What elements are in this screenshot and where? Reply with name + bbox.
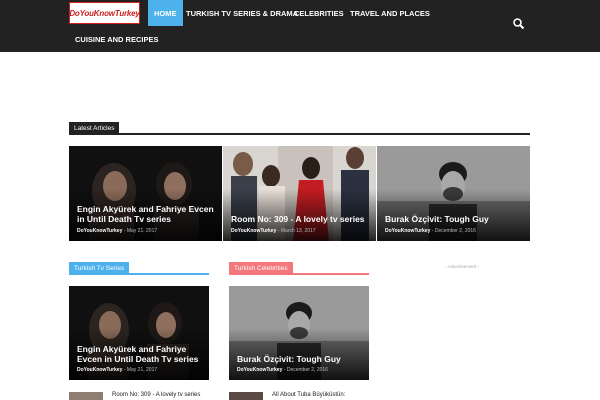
nav-item-home[interactable]: HOME: [148, 0, 183, 26]
nav-label: CELEBRITIES: [294, 8, 344, 18]
nav-item-tv-series[interactable]: TURKISH TV SERIES & DRAMA: [180, 0, 304, 26]
article-author[interactable]: DoYouKnowTurkey: [77, 367, 122, 373]
article-title[interactable]: Engin Akyürek and Fahriye Evcen in Until…: [77, 344, 203, 364]
search-icon: [513, 18, 525, 30]
search-button[interactable]: [512, 17, 526, 31]
celebrities-feature-tile[interactable]: Burak Özçivit: Tough Guy DoYouKnowTurkey…: [229, 286, 369, 380]
site-header: DoYouKnowTurkey HOME TURKISH TV SERIES &…: [0, 0, 600, 52]
article-author[interactable]: DoYouKnowTurkey: [237, 367, 282, 373]
article-thumbnail[interactable]: [229, 392, 263, 400]
article-author[interactable]: DoYouKnowTurkey: [231, 228, 276, 234]
section-title-text: Turkish Celebrities: [234, 264, 288, 272]
article-meta: DoYouKnowTurkey - December 2, 2016: [237, 367, 328, 373]
section-divider: [69, 273, 209, 275]
nav-item-cuisine[interactable]: CUISINE AND RECIPES: [69, 26, 165, 52]
nav-item-travel[interactable]: TRAVEL AND PLACES: [344, 0, 436, 26]
nav-item-celebrities[interactable]: CELEBRITIES: [288, 0, 350, 26]
article-title[interactable]: Room No: 309 - A lovely tv series: [231, 214, 370, 224]
article-title-small[interactable]: All About Tuba Büyüküstün:: [272, 392, 345, 398]
nav-label: TURKISH TV SERIES & DRAMA: [186, 8, 299, 18]
article-title[interactable]: Engin Akyürek and Fahriye Evcen in Until…: [77, 204, 216, 224]
nav-label: CUISINE AND RECIPES: [75, 34, 159, 44]
article-title-small[interactable]: Room No: 309 - A lovely tv series: [112, 392, 200, 398]
section-title-text: Turkish Tv Series: [74, 264, 125, 272]
section-divider: [229, 273, 369, 275]
section-title-text: Latest Articles: [74, 124, 115, 132]
article-author[interactable]: DoYouKnowTurkey: [77, 228, 122, 234]
article-title[interactable]: Burak Özçivit: Tough Guy: [385, 214, 524, 224]
advertisement-label: - Advertisement -: [445, 264, 480, 269]
article-date: May 21, 2017: [126, 367, 158, 373]
article-meta: DoYouKnowTurkey - December 2, 2016: [385, 228, 476, 234]
site-logo[interactable]: DoYouKnowTurkey: [69, 2, 140, 24]
latest-article-tile-3[interactable]: Burak Özçivit: Tough Guy DoYouKnowTurkey…: [377, 146, 530, 241]
article-title[interactable]: Burak Özçivit: Tough Guy: [237, 354, 363, 364]
article-meta: DoYouKnowTurkey - May 21, 2017: [77, 228, 157, 234]
article-date: December 2, 2016: [286, 367, 328, 373]
latest-article-tile-2[interactable]: Room No: 309 - A lovely tv series DoYouK…: [223, 146, 376, 241]
tv-series-feature-tile[interactable]: Engin Akyürek and Fahriye Evcen in Until…: [69, 286, 209, 380]
article-date: March 13, 2017: [280, 228, 316, 234]
article-date: December 2, 2016: [434, 228, 476, 234]
section-divider: [69, 133, 530, 135]
article-thumbnail[interactable]: [69, 392, 103, 400]
nav-label: TRAVEL AND PLACES: [350, 8, 430, 18]
latest-article-tile-1[interactable]: Engin Akyürek and Fahriye Evcen in Until…: [69, 146, 222, 241]
nav-label: HOME: [154, 8, 177, 18]
article-author[interactable]: DoYouKnowTurkey: [385, 228, 430, 234]
article-meta: DoYouKnowTurkey - May 21, 2017: [77, 367, 157, 373]
logo-text: DoYouKnowTurkey: [69, 8, 140, 18]
article-date: May 21, 2017: [126, 228, 158, 234]
article-meta: DoYouKnowTurkey - March 13, 2017: [231, 228, 316, 234]
